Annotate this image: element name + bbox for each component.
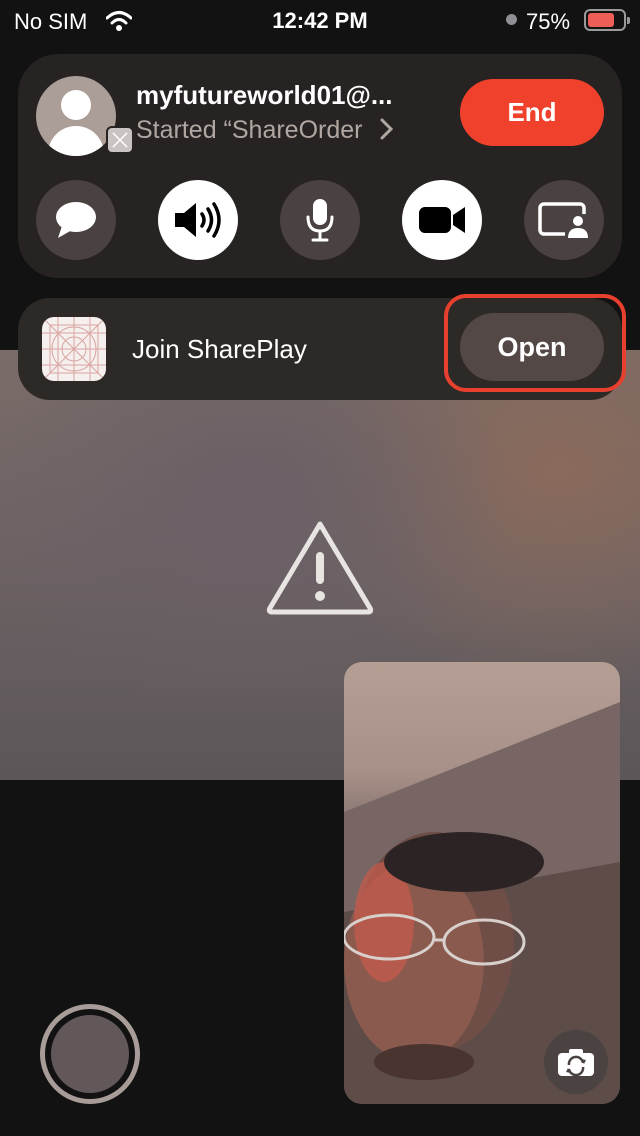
camera-flip-icon [558, 1049, 594, 1077]
battery-percent: 75% [526, 9, 571, 34]
camera-button[interactable] [402, 180, 482, 260]
shareplay-banner: Join SharePlay Open [18, 294, 626, 400]
microphone-icon [306, 199, 334, 242]
call-controls-panel: myfutureworld01@... Started “ShareOrder … [18, 54, 622, 278]
recording-indicator [506, 14, 517, 25]
messages-button[interactable] [36, 180, 116, 260]
chevron-right-icon [380, 118, 394, 140]
shareplay-button[interactable] [524, 180, 604, 260]
shareplay-label: Join SharePlay [132, 334, 307, 364]
app-badge-icon [106, 126, 134, 154]
capture-photo-button[interactable] [40, 1004, 140, 1104]
screen-share-icon [538, 202, 591, 240]
message-bubble-icon [56, 202, 96, 238]
app-icon [42, 317, 106, 381]
battery-fill [588, 13, 614, 27]
avatar[interactable] [36, 76, 116, 156]
caller-subtitle-text: Started “ShareOrder [136, 116, 363, 144]
speaker-button[interactable] [158, 180, 238, 260]
end-call-button[interactable]: End [460, 79, 604, 146]
caller-name[interactable]: myfutureworld01@... [136, 80, 393, 111]
speaker-icon [175, 202, 221, 238]
battery-icon [584, 9, 630, 31]
camera-flip-button[interactable] [544, 1030, 608, 1094]
status-bar: No SIM 12:42 PM 75% [0, 0, 640, 44]
shutter-inner [51, 1015, 129, 1093]
warning-triangle-icon [266, 521, 374, 615]
video-camera-icon [419, 207, 465, 233]
open-button[interactable]: Open [460, 313, 604, 381]
mute-button[interactable] [280, 180, 360, 260]
caller-subtitle[interactable]: Started “ShareOrder [136, 116, 395, 145]
